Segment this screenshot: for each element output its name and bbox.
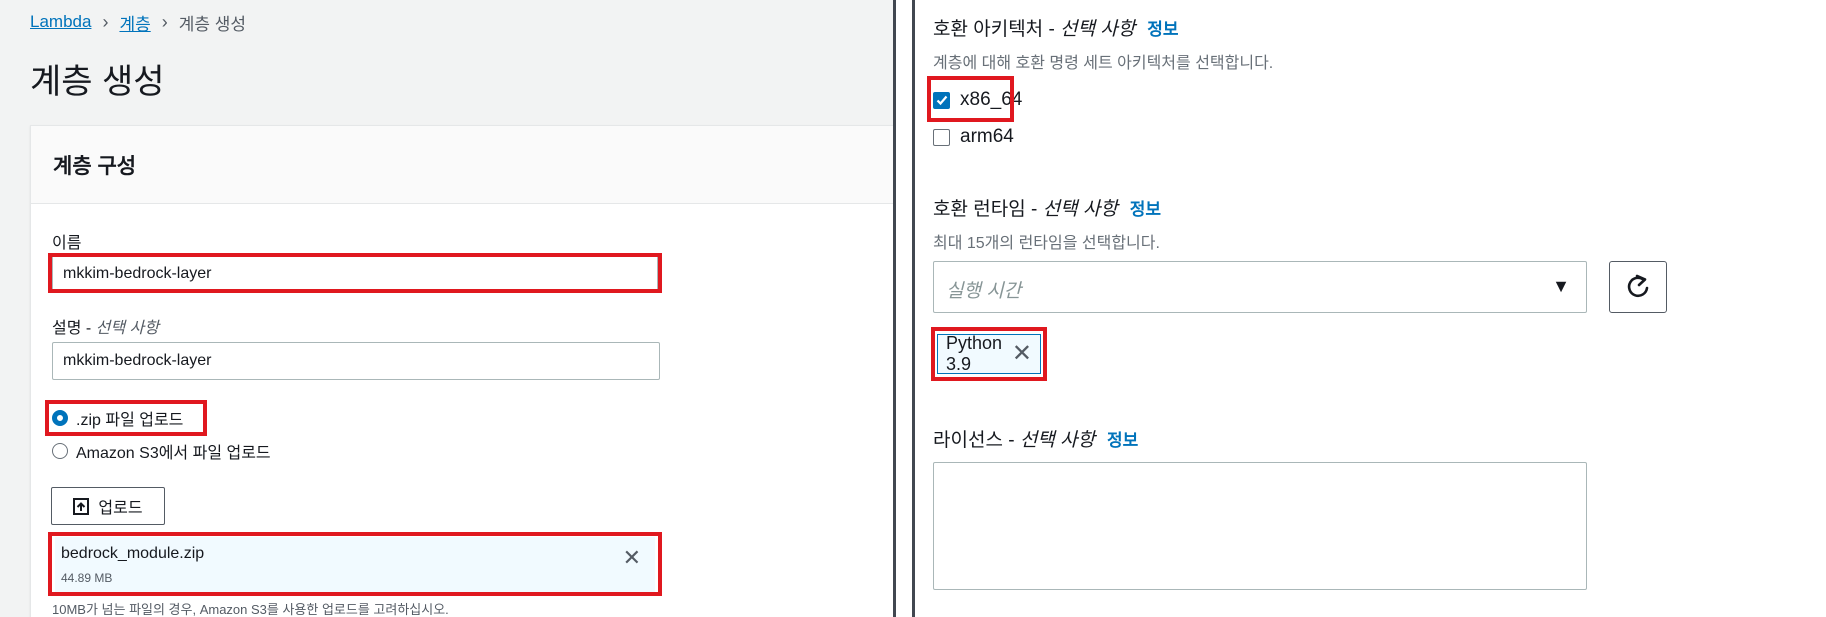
breadcrumb: Lambda › 계층 › 계층 생성 [30, 10, 246, 34]
highlight-box [45, 400, 207, 436]
breadcrumb-layers-link[interactable]: 계층 [119, 10, 150, 35]
optional-tag: 선택 사항 [1060, 19, 1136, 40]
optional-tag: 선택 사항 [95, 320, 159, 337]
checkbox-arm64-label: arm64 [960, 126, 1014, 147]
page-title: 계층 생성 [30, 63, 165, 101]
checkbox[interactable] [933, 128, 950, 146]
radio-button[interactable] [52, 443, 68, 459]
runtime-placeholder: 실행 시간 [946, 281, 1022, 302]
description-input[interactable]: mkkim-bedrock-layer [52, 342, 660, 380]
optional-tag: 선택 사항 [1042, 199, 1118, 220]
license-label: 라이선스 - 선택 사항 정보 [933, 425, 1138, 452]
panel-divider [893, 0, 915, 617]
upload-hint: 10MB가 넘는 파일의 경우, Amazon S3를 사용한 업로드를 고려하… [52, 602, 449, 617]
highlight-box [48, 532, 662, 596]
runtime-select[interactable]: 실행 시간 ▼ [933, 261, 1587, 313]
card-header: 계층 구성 [31, 126, 893, 204]
layer-config-panel: Lambda › 계층 › 계층 생성 계층 생성 계층 구성 이름 mkkim… [0, 0, 893, 617]
runtime-description: 최대 15개의 런타임을 선택합니다. [933, 235, 1160, 252]
optional-tag: 선택 사항 [1019, 430, 1096, 451]
description-label-text: 설명 - [52, 320, 96, 337]
upload-arrow-icon [73, 497, 90, 515]
chevron-right-icon: › [102, 11, 109, 32]
refresh-button[interactable] [1609, 261, 1667, 313]
chevron-right-icon: › [161, 11, 168, 32]
card-title: 계층 구성 [53, 155, 137, 178]
info-link[interactable]: 정보 [1130, 200, 1161, 219]
info-link[interactable]: 정보 [1147, 20, 1178, 39]
upload-button-label: 업로드 [98, 500, 143, 517]
highlight-box [48, 253, 662, 293]
compatibility-panel: 호환 아키텍처 - 선택 사항 정보 계층에 대해 호환 명령 세트 아키텍처를 … [915, 0, 1826, 617]
highlight-box [927, 76, 1014, 122]
architecture-label-text: 호환 아키텍처 - [933, 19, 1061, 40]
breadcrumb-current: 계층 생성 [178, 14, 247, 34]
license-label-text: 라이선스 - [933, 430, 1020, 451]
radio-s3-upload-label: Amazon S3에서 파일 업로드 [76, 445, 271, 462]
description-label: 설명 - 선택 사항 [52, 314, 159, 338]
highlight-box [931, 327, 1047, 381]
runtime-label-text: 호환 런타임 - [933, 199, 1043, 220]
runtime-label: 호환 런타임 - 선택 사항 정보 [933, 194, 1161, 221]
breadcrumb-lambda-link[interactable]: Lambda [30, 12, 91, 32]
architecture-label: 호환 아키텍처 - 선택 사항 정보 [933, 14, 1179, 41]
checkbox-arm64[interactable]: arm64 [933, 126, 1014, 148]
caret-down-icon: ▼ [1552, 276, 1570, 296]
info-link[interactable]: 정보 [1107, 431, 1138, 450]
refresh-icon [1627, 274, 1649, 298]
license-textarea[interactable] [933, 462, 1587, 590]
upload-button[interactable]: 업로드 [51, 487, 165, 525]
architecture-description: 계층에 대해 호환 명령 세트 아키텍처를 선택합니다. [933, 55, 1274, 72]
name-label: 이름 [52, 235, 82, 252]
radio-s3-upload[interactable]: Amazon S3에서 파일 업로드 [52, 439, 271, 463]
